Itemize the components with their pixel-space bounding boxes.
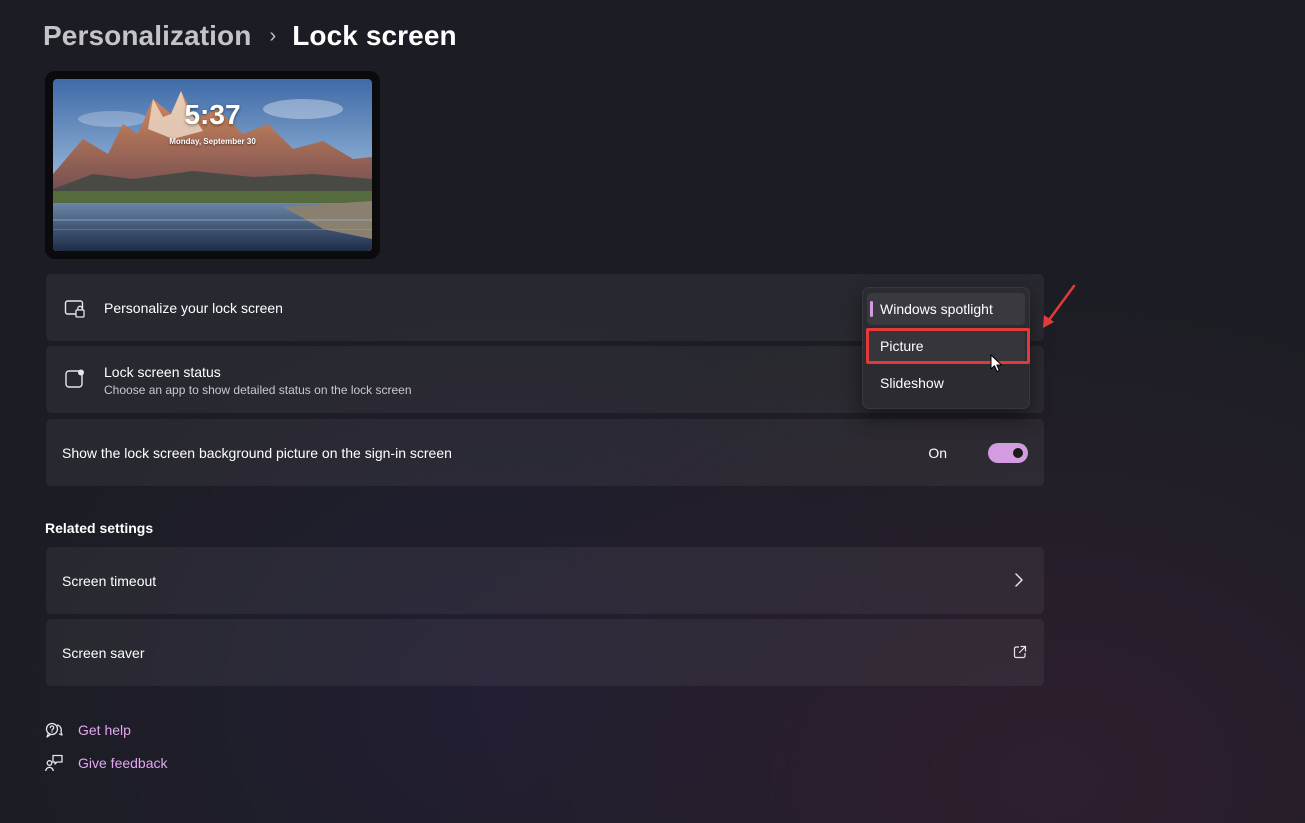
screen-timeout-label: Screen timeout	[62, 573, 157, 589]
lock-screen-preview: 5:37 Monday, September 30	[45, 71, 380, 259]
lock-screen-status-title: Lock screen status	[104, 364, 221, 380]
toggle-state-label: On	[928, 445, 947, 461]
screen-saver-label: Screen saver	[62, 645, 145, 661]
selected-indicator	[870, 301, 873, 317]
dropdown-option-label: Picture	[880, 338, 924, 354]
external-link-icon	[1013, 645, 1027, 659]
lock-screen-status-subtitle: Choose an app to show detailed status on…	[104, 383, 412, 397]
status-icon	[65, 369, 84, 388]
signin-background-toggle[interactable]	[988, 443, 1028, 463]
personalize-lock-screen-title: Personalize your lock screen	[104, 300, 283, 316]
dropdown-option-windows-spotlight[interactable]: Windows spotlight	[867, 293, 1025, 325]
toggle-knob	[1013, 448, 1023, 458]
preview-date: Monday, September 30	[169, 137, 256, 146]
signin-background-card: Show the lock screen background picture …	[46, 419, 1044, 486]
related-settings-heading: Related settings	[45, 520, 154, 536]
annotation-arrow-icon	[1043, 284, 1076, 328]
give-feedback-link[interactable]: Give feedback	[45, 753, 168, 773]
dropdown-option-label: Slideshow	[880, 375, 944, 391]
screen-saver-card[interactable]: Screen saver	[46, 619, 1044, 686]
chevron-right-icon	[1015, 573, 1023, 587]
get-help-icon	[45, 722, 63, 738]
screen-timeout-card[interactable]: Screen timeout	[46, 547, 1044, 614]
preview-time: 5:37	[184, 99, 241, 130]
lock-screen-icon	[64, 300, 85, 318]
dropdown-option-label: Windows spotlight	[880, 301, 993, 317]
lock-screen-type-dropdown[interactable]: Windows spotlight Picture Slideshow	[862, 287, 1030, 409]
breadcrumb: Personalization › Lock screen	[43, 18, 457, 54]
give-feedback-icon	[45, 754, 63, 772]
page-title: Lock screen	[292, 20, 457, 51]
get-help-label: Get help	[78, 722, 131, 738]
breadcrumb-parent-personalization[interactable]: Personalization	[43, 20, 251, 52]
get-help-link[interactable]: Get help	[45, 720, 131, 740]
breadcrumb-separator: ›	[269, 24, 277, 47]
give-feedback-label: Give feedback	[78, 755, 168, 771]
lock-screen-preview-image: 5:37 Monday, September 30	[53, 79, 372, 251]
signin-background-title: Show the lock screen background picture …	[62, 445, 452, 461]
mouse-pointer-icon	[990, 354, 1002, 372]
